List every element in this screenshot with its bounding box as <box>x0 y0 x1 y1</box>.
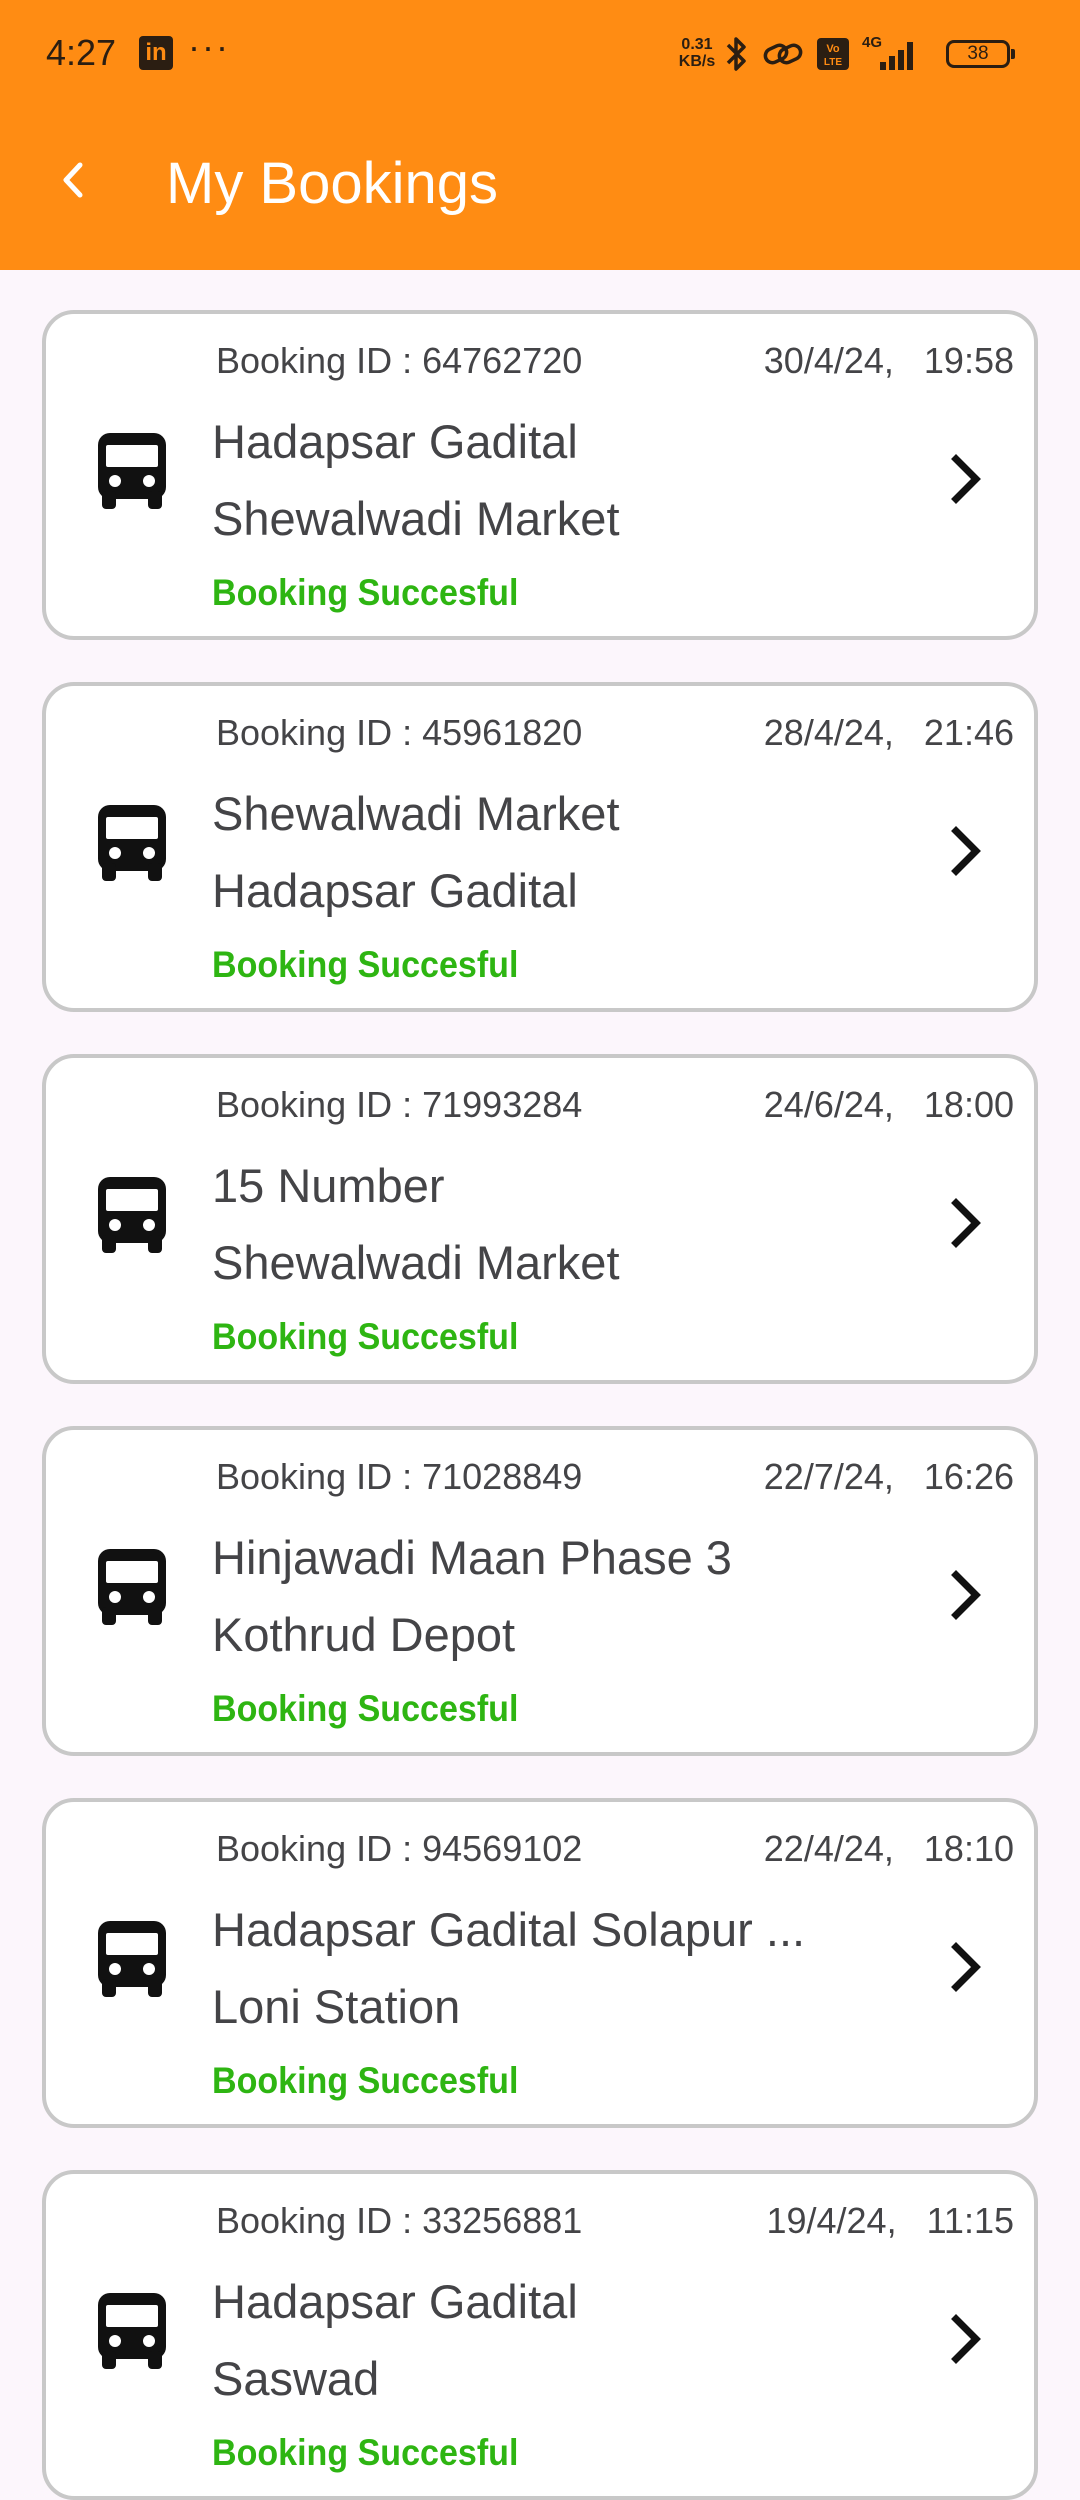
route-to: Hadapsar Gadital <box>212 864 578 917</box>
booking-id: Booking ID : 33256881 <box>216 2200 583 2241</box>
booking-date: 19/4/24, 11:15 <box>766 2200 1014 2241</box>
chevron-right-icon <box>951 1198 981 1248</box>
route-from: Hadapsar Gadital Solapur ... <box>212 1903 806 1956</box>
chevron-right-icon <box>951 2314 981 2364</box>
booking-id: Booking ID : 64762720 <box>216 340 583 381</box>
booking-card[interactable]: Booking ID : 94569102 22/4/24, 18:10 Had… <box>42 1798 1038 2128</box>
app-bar: 4:27 in ··· 0.31 KB/s Vo LTE 4G 38 My Bo… <box>0 0 1080 270</box>
booking-status: Booking Succesful <box>212 944 519 985</box>
booking-date: 30/4/24, 19:58 <box>763 340 1014 381</box>
route-to: Kothrud Depot <box>212 1608 516 1661</box>
network-speed-unit: KB/s <box>678 53 716 70</box>
route-to: Loni Station <box>212 1980 461 2033</box>
route-from: Hadapsar Gadital <box>212 2275 578 2328</box>
page-title: My Bookings <box>166 151 499 216</box>
status-bar: 4:27 in ··· 0.31 KB/s Vo LTE 4G 38 <box>0 0 1080 110</box>
bus-icon <box>98 1549 166 1625</box>
booking-status: Booking Succesful <box>212 2060 519 2101</box>
booking-date: 22/7/24, 16:26 <box>763 1456 1014 1497</box>
battery-icon: 38 <box>946 40 1015 68</box>
chevron-right-icon <box>951 826 981 876</box>
bus-icon <box>98 1921 166 1997</box>
linkedin-icon: in <box>139 36 173 70</box>
link-icon <box>763 43 803 65</box>
status-time: 4:27 <box>46 32 117 73</box>
booking-id: Booking ID : 71028849 <box>216 1456 583 1497</box>
bus-icon <box>98 2293 166 2369</box>
bluetooth-icon <box>726 37 746 71</box>
network-speed-value: 0.31 <box>681 36 713 53</box>
route-from: 15 Number <box>212 1159 445 1212</box>
booking-status: Booking Succesful <box>212 572 519 613</box>
booking-date: 24/6/24, 18:00 <box>763 1084 1014 1125</box>
signal-icon <box>880 42 913 70</box>
volte-icon: Vo LTE <box>817 38 849 70</box>
booking-status: Booking Succesful <box>212 1688 519 1729</box>
network-type: 4G <box>862 34 920 74</box>
route-from: Hinjawadi Maan Phase 3 <box>212 1531 732 1584</box>
bus-icon <box>98 1177 166 1253</box>
route-from: Hadapsar Gadital <box>212 415 578 468</box>
back-button[interactable] <box>44 150 104 210</box>
more-notifications-icon: ··· <box>188 26 230 67</box>
booking-status: Booking Succesful <box>212 1316 519 1357</box>
booking-status: Booking Succesful <box>212 2432 519 2473</box>
svg-text:Vo: Vo <box>826 43 840 55</box>
booking-id: Booking ID : 94569102 <box>216 1828 583 1869</box>
route-to: Saswad <box>212 2352 380 2405</box>
chevron-right-icon <box>951 1570 981 1620</box>
booking-date: 28/4/24, 21:46 <box>763 712 1014 753</box>
bus-icon <box>98 433 166 509</box>
network-speed: 0.31 KB/s <box>673 36 721 70</box>
booking-card[interactable]: Booking ID : 71028849 22/7/24, 16:26 Hin… <box>42 1426 1038 1756</box>
booking-id: Booking ID : 71993284 <box>216 1084 583 1125</box>
booking-card[interactable]: Booking ID : 33256881 19/4/24, 11:15 Had… <box>42 2170 1038 2500</box>
booking-card[interactable]: Booking ID : 64762720 30/4/24, 19:58 Had… <box>42 310 1038 640</box>
booking-date: 22/4/24, 18:10 <box>763 1828 1014 1869</box>
route-to: Shewalwadi Market <box>212 1236 620 1289</box>
chevron-right-icon <box>951 454 981 504</box>
route-from: Shewalwadi Market <box>212 787 620 840</box>
svg-text:LTE: LTE <box>824 57 842 68</box>
booking-card[interactable]: Booking ID : 71993284 24/6/24, 18:00 15 … <box>42 1054 1038 1384</box>
booking-id: Booking ID : 45961820 <box>216 712 583 753</box>
status-icons: Vo LTE 4G <box>724 32 920 76</box>
chevron-right-icon <box>951 1942 981 1992</box>
route-to: Shewalwadi Market <box>212 492 620 545</box>
back-chevron-icon <box>63 162 83 198</box>
booking-card[interactable]: Booking ID : 45961820 28/4/24, 21:46 She… <box>42 682 1038 1012</box>
bus-icon <box>98 805 166 881</box>
